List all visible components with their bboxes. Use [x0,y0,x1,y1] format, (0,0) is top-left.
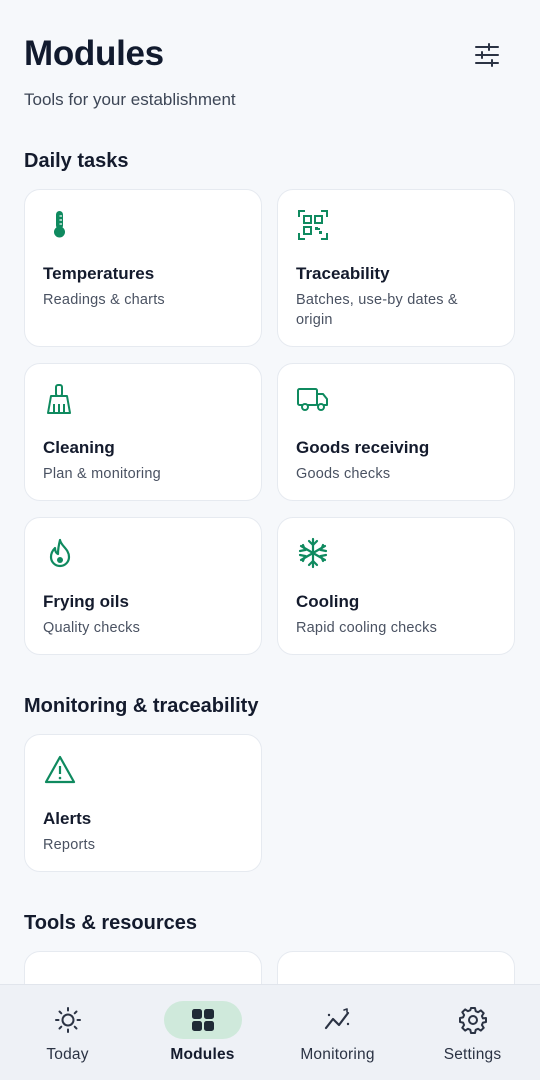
card-title: Cleaning [43,438,115,457]
nav-label: Today [46,1046,89,1063]
grid-icon [191,1009,214,1031]
nav-icon-container [299,1001,377,1039]
bottom-nav: Today Modules Monitoring Settings [0,984,540,1080]
broom-icon [43,382,77,416]
module-card-cooling[interactable]: Cooling Rapid cooling checks [277,517,515,655]
card-title: Alerts [43,809,92,828]
nav-label: Modules [170,1046,235,1063]
card-subtitle: Batches, use-by dates & origin [296,292,458,328]
card-title: Temperatures [43,264,155,283]
snowflake-icon [296,536,330,570]
module-card-frying-oils[interactable]: Frying oils Quality checks [24,517,262,655]
card-title: Goods receiving [296,438,430,457]
flame-icon [43,536,77,570]
nav-label: Settings [443,1046,502,1063]
warning-icon [43,753,77,787]
nav-item-today[interactable]: Today [0,985,135,1080]
card-title: Frying oils [43,592,129,611]
section-title-monitoring: Monitoring & traceability [24,695,259,717]
card-subtitle: Readings & charts [43,292,165,308]
gear-icon [458,1007,487,1034]
card-title: Traceability [296,264,390,283]
sun-icon [54,1007,81,1033]
module-card-temperatures[interactable]: Temperatures Readings & charts [24,189,262,347]
nav-item-settings[interactable]: Settings [405,985,540,1080]
nav-item-monitoring[interactable]: Monitoring [270,985,405,1080]
module-card-alerts[interactable]: Alerts Reports [24,734,262,872]
card-title: Cooling [296,592,360,611]
trend-icon [324,1008,349,1030]
section-title-tools: Tools & resources [24,912,198,934]
modules-screen: Modules Tools for your establishment Dai… [0,0,540,1080]
section-title-daily: Daily tasks [24,150,129,172]
page-subtitle: Tools for your establishment [24,90,236,109]
card-subtitle: Rapid cooling checks [296,620,438,636]
truck-icon [296,382,330,416]
filter-button[interactable] [466,36,508,74]
page-title: Modules [24,34,164,73]
nav-icon-container [29,1001,107,1039]
nav-icon-container [434,1001,512,1039]
card-subtitle: Quality checks [43,620,141,636]
nav-icon-container [163,1001,242,1039]
card-subtitle: Goods checks [296,466,391,482]
card-subtitle: Reports [43,837,96,853]
card-subtitle: Plan & monitoring [43,466,161,482]
module-card-cleaning[interactable]: Cleaning Plan & monitoring [24,363,262,501]
qr-code-icon [296,208,330,242]
thermometer-icon [43,208,77,242]
module-card-goods-receiving[interactable]: Goods receiving Goods checks [277,363,515,501]
sliders-icon [475,43,499,67]
nav-item-modules[interactable]: Modules [135,985,270,1080]
nav-label: Monitoring [300,1046,375,1063]
module-card-traceability[interactable]: Traceability Batches, use-by dates & ori… [277,189,515,347]
